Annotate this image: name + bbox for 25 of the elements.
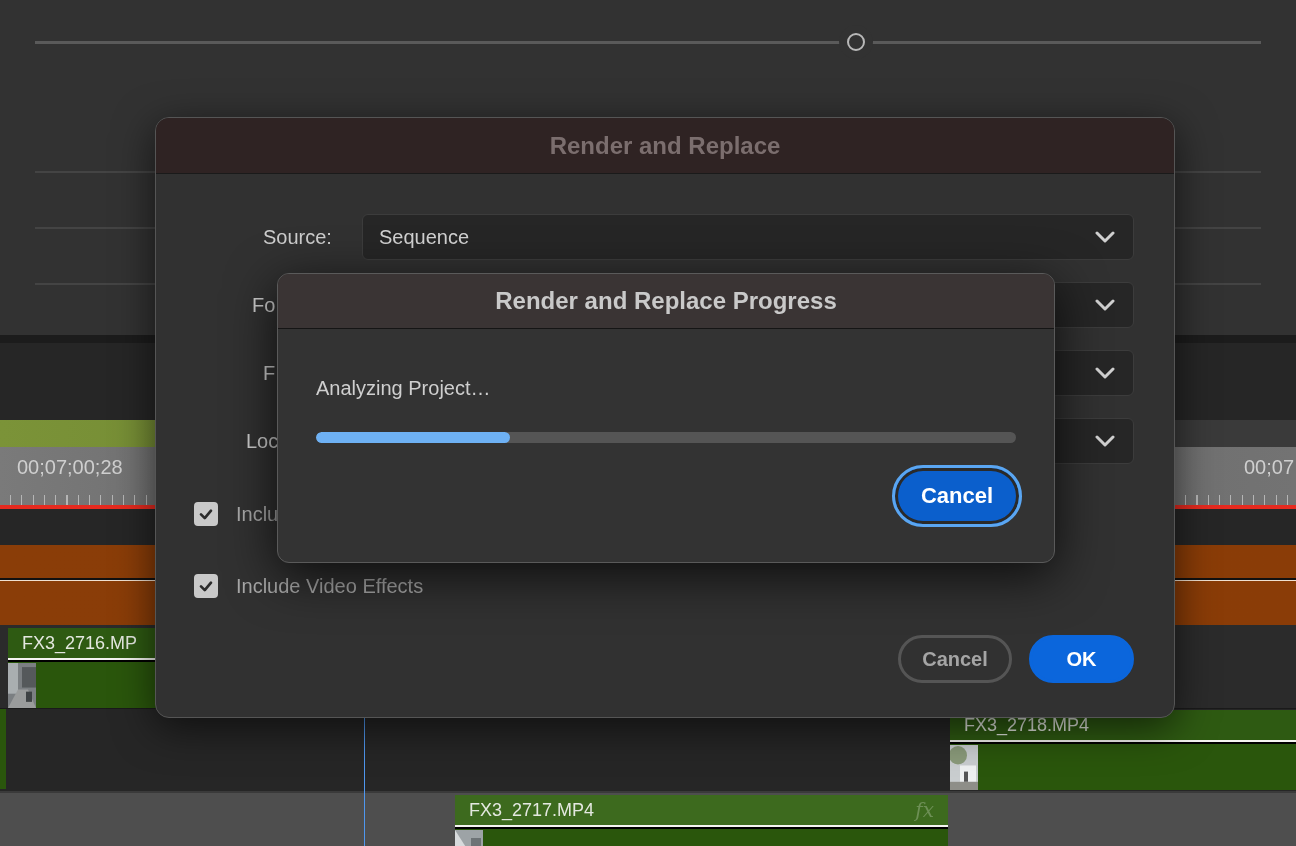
chevron-down-icon: [1095, 367, 1115, 379]
checkbox-label: Include Video Effects: [236, 574, 424, 598]
dialog-title: Render and Replace Progress: [495, 287, 837, 315]
chevron-down-icon: [1095, 231, 1115, 243]
field-label: Loc: [245, 429, 280, 453]
checkbox[interactable]: [194, 502, 218, 526]
timecode: 00;07: [1244, 456, 1295, 479]
status-text: Analyzing Project…: [316, 377, 492, 400]
checkbox[interactable]: [194, 574, 218, 598]
clip-name: FX3_2718.MP4: [964, 714, 1090, 736]
field-label: Source:: [262, 225, 333, 249]
clip-name: FX3_2717.MP4: [469, 799, 595, 821]
ok-button[interactable]: OK: [1029, 635, 1134, 683]
field-label: Fo: [251, 293, 277, 317]
cancel-button[interactable]: Cancel: [892, 465, 1022, 527]
cancel-button[interactable]: Cancel: [898, 635, 1012, 683]
clip-name: FX3_2716.MP: [22, 632, 138, 654]
checkbox-label: Inclu: [236, 502, 279, 526]
chevron-down-icon: [1095, 299, 1115, 311]
timecode: 00;07;00;28: [17, 456, 123, 479]
dropdown[interactable]: Sequence: [362, 214, 1134, 260]
field-label: F: [262, 361, 277, 385]
dialog-title: Render and Replace: [549, 131, 781, 160]
video-clip[interactable]: FX3_2718.MP4: [950, 710, 1296, 790]
chevron-down-icon: [1095, 435, 1115, 447]
